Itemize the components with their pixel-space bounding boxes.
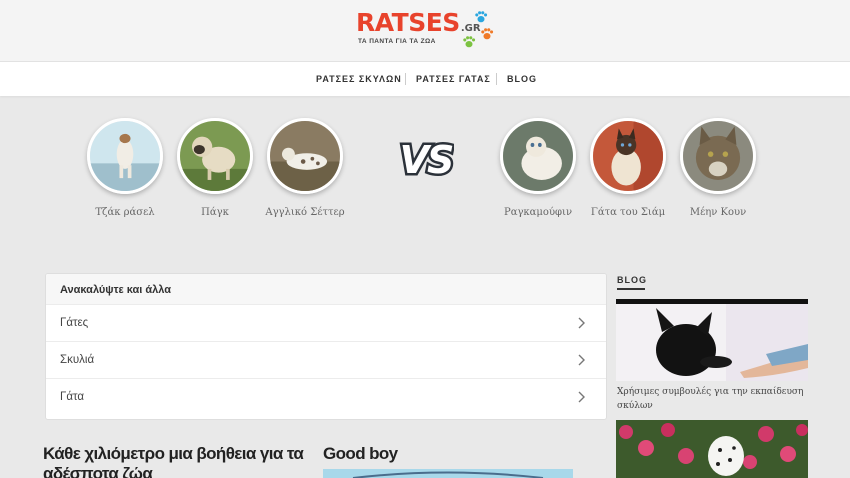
paw-green-icon [463, 36, 476, 48]
breed-photo [87, 118, 163, 194]
ragamuffin-photo [503, 121, 573, 191]
discover-item-cat[interactable]: Γάτα [46, 379, 606, 416]
good-boy-image[interactable] [323, 469, 573, 478]
dog-training-photo [616, 304, 808, 381]
chevron-right-icon [578, 354, 585, 366]
discover-item-label: Σκυλιά [60, 354, 95, 366]
logo-wordmark: RATSES.GR [356, 8, 481, 37]
discover-more-panel: Ανακαλύψτε και άλλα Γάτες Σκυλιά Γάτα [45, 273, 607, 420]
vs-text: VS [400, 138, 453, 182]
blog-post-image[interactable] [616, 420, 808, 478]
blog-post-caption[interactable]: Χρήσιμες συμβουλές για την εκπαίδευση σκ… [617, 385, 809, 413]
breed-english-setter[interactable]: Αγγλικό Σέττερ [250, 118, 360, 218]
logo-tld: .GR [460, 23, 481, 34]
chevron-right-icon [578, 317, 585, 329]
nav-blog[interactable]: BLOG [507, 74, 537, 84]
discover-item-dogs[interactable]: Σκυλιά [46, 342, 606, 379]
chevron-right-icon [578, 391, 585, 403]
site-logo[interactable]: RATSES.GR ΤΑ ΠΑΝΤΑ ΓΙΑ ΤΑ ΖΩΑ [356, 8, 496, 56]
breed-maine-coon[interactable]: Μέην Κουν [663, 118, 773, 218]
nav-divider [405, 73, 406, 85]
article-title-help[interactable]: Κάθε χιλιόμετρο μια βοήθεια για τα αδέσπ… [43, 444, 313, 478]
paw-orange-icon [481, 28, 494, 40]
sidebar-blog-title: BLOG [617, 275, 647, 285]
breed-photo [590, 118, 666, 194]
discover-item-label: Γάτες [60, 317, 89, 329]
maine-coon-photo [683, 121, 753, 191]
nav-divider [496, 73, 497, 85]
breed-photo [177, 118, 253, 194]
breed-photo [267, 118, 343, 194]
sidebar-title-underline [617, 288, 645, 290]
breed-photo [680, 118, 756, 194]
jack-russell-photo [90, 121, 160, 191]
discover-item-label: Γάτα [60, 391, 85, 403]
pug-photo [180, 121, 250, 191]
logo-tagline: ΤΑ ΠΑΝΤΑ ΓΙΑ ΤΑ ΖΩΑ [358, 38, 436, 45]
breed-label: Αγγλικό Σέττερ [265, 207, 345, 218]
nav-cat-breeds[interactable]: ΡΑΤΣΕΣ ΓΑΤΑΣ [416, 74, 491, 84]
nav-dog-breeds[interactable]: ΡΑΤΣΕΣ ΣΚΥΛΩΝ [316, 74, 402, 84]
main-nav: ΡΑΤΣΕΣ ΣΚΥΛΩΝ ΡΑΤΣΕΣ ΓΑΤΑΣ BLOG [0, 62, 850, 96]
breed-label: Μέην Κουν [689, 207, 747, 218]
article-title-good-boy[interactable]: Good boy [323, 444, 398, 464]
paw-blue-icon [475, 11, 488, 23]
english-setter-photo [270, 121, 340, 191]
discover-title: Ανακαλύψτε και άλλα [46, 274, 606, 305]
discover-item-cats[interactable]: Γάτες [46, 305, 606, 342]
dalmatian-flowers-photo [616, 420, 808, 478]
vs-badge: VS [398, 138, 454, 182]
site-header: RATSES.GR ΤΑ ΠΑΝΤΑ ΓΙΑ ΤΑ ΖΩΑ [0, 0, 850, 62]
blog-post-image[interactable] [616, 299, 808, 381]
siamese-photo [593, 121, 663, 191]
breed-photo [500, 118, 576, 194]
